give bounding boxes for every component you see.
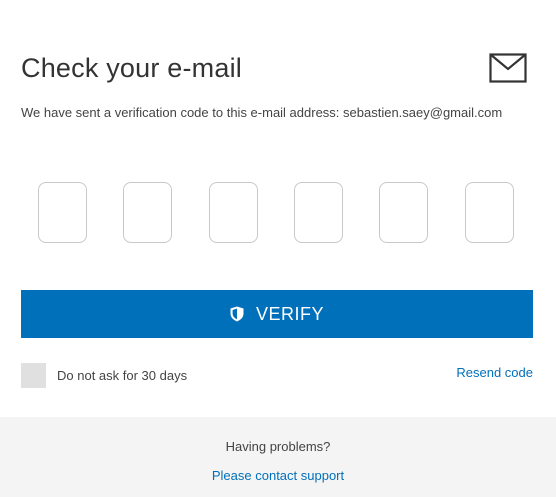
code-digit-6[interactable]: [465, 182, 514, 243]
help-question: Having problems?: [225, 439, 331, 454]
remember-label: Do not ask for 30 days: [57, 368, 188, 383]
code-digit-2[interactable]: [123, 182, 172, 243]
remember-option: Do not ask for 30 days: [21, 363, 187, 388]
resend-code-link[interactable]: Resend code: [456, 365, 533, 380]
shield-icon: [230, 306, 244, 322]
code-digit-4[interactable]: [294, 182, 343, 243]
verification-message: We have sent a verification code to this…: [21, 105, 503, 120]
code-digit-1[interactable]: [38, 182, 87, 243]
code-digit-5[interactable]: [379, 182, 428, 243]
page-title: Check your e-mail: [21, 53, 242, 83]
verify-button[interactable]: VERIFY: [21, 290, 533, 338]
remember-checkbox[interactable]: [21, 363, 46, 388]
code-input-group: [38, 182, 516, 246]
verify-button-label: VERIFY: [255, 303, 324, 324]
contact-support-link[interactable]: Please contact support: [0, 468, 556, 483]
help-footer: Having problems? Please contact support: [0, 417, 556, 497]
verification-card: Check your e-mail We have sent a verific…: [0, 0, 556, 497]
envelope-icon: [489, 53, 527, 83]
code-digit-3[interactable]: [209, 182, 258, 243]
